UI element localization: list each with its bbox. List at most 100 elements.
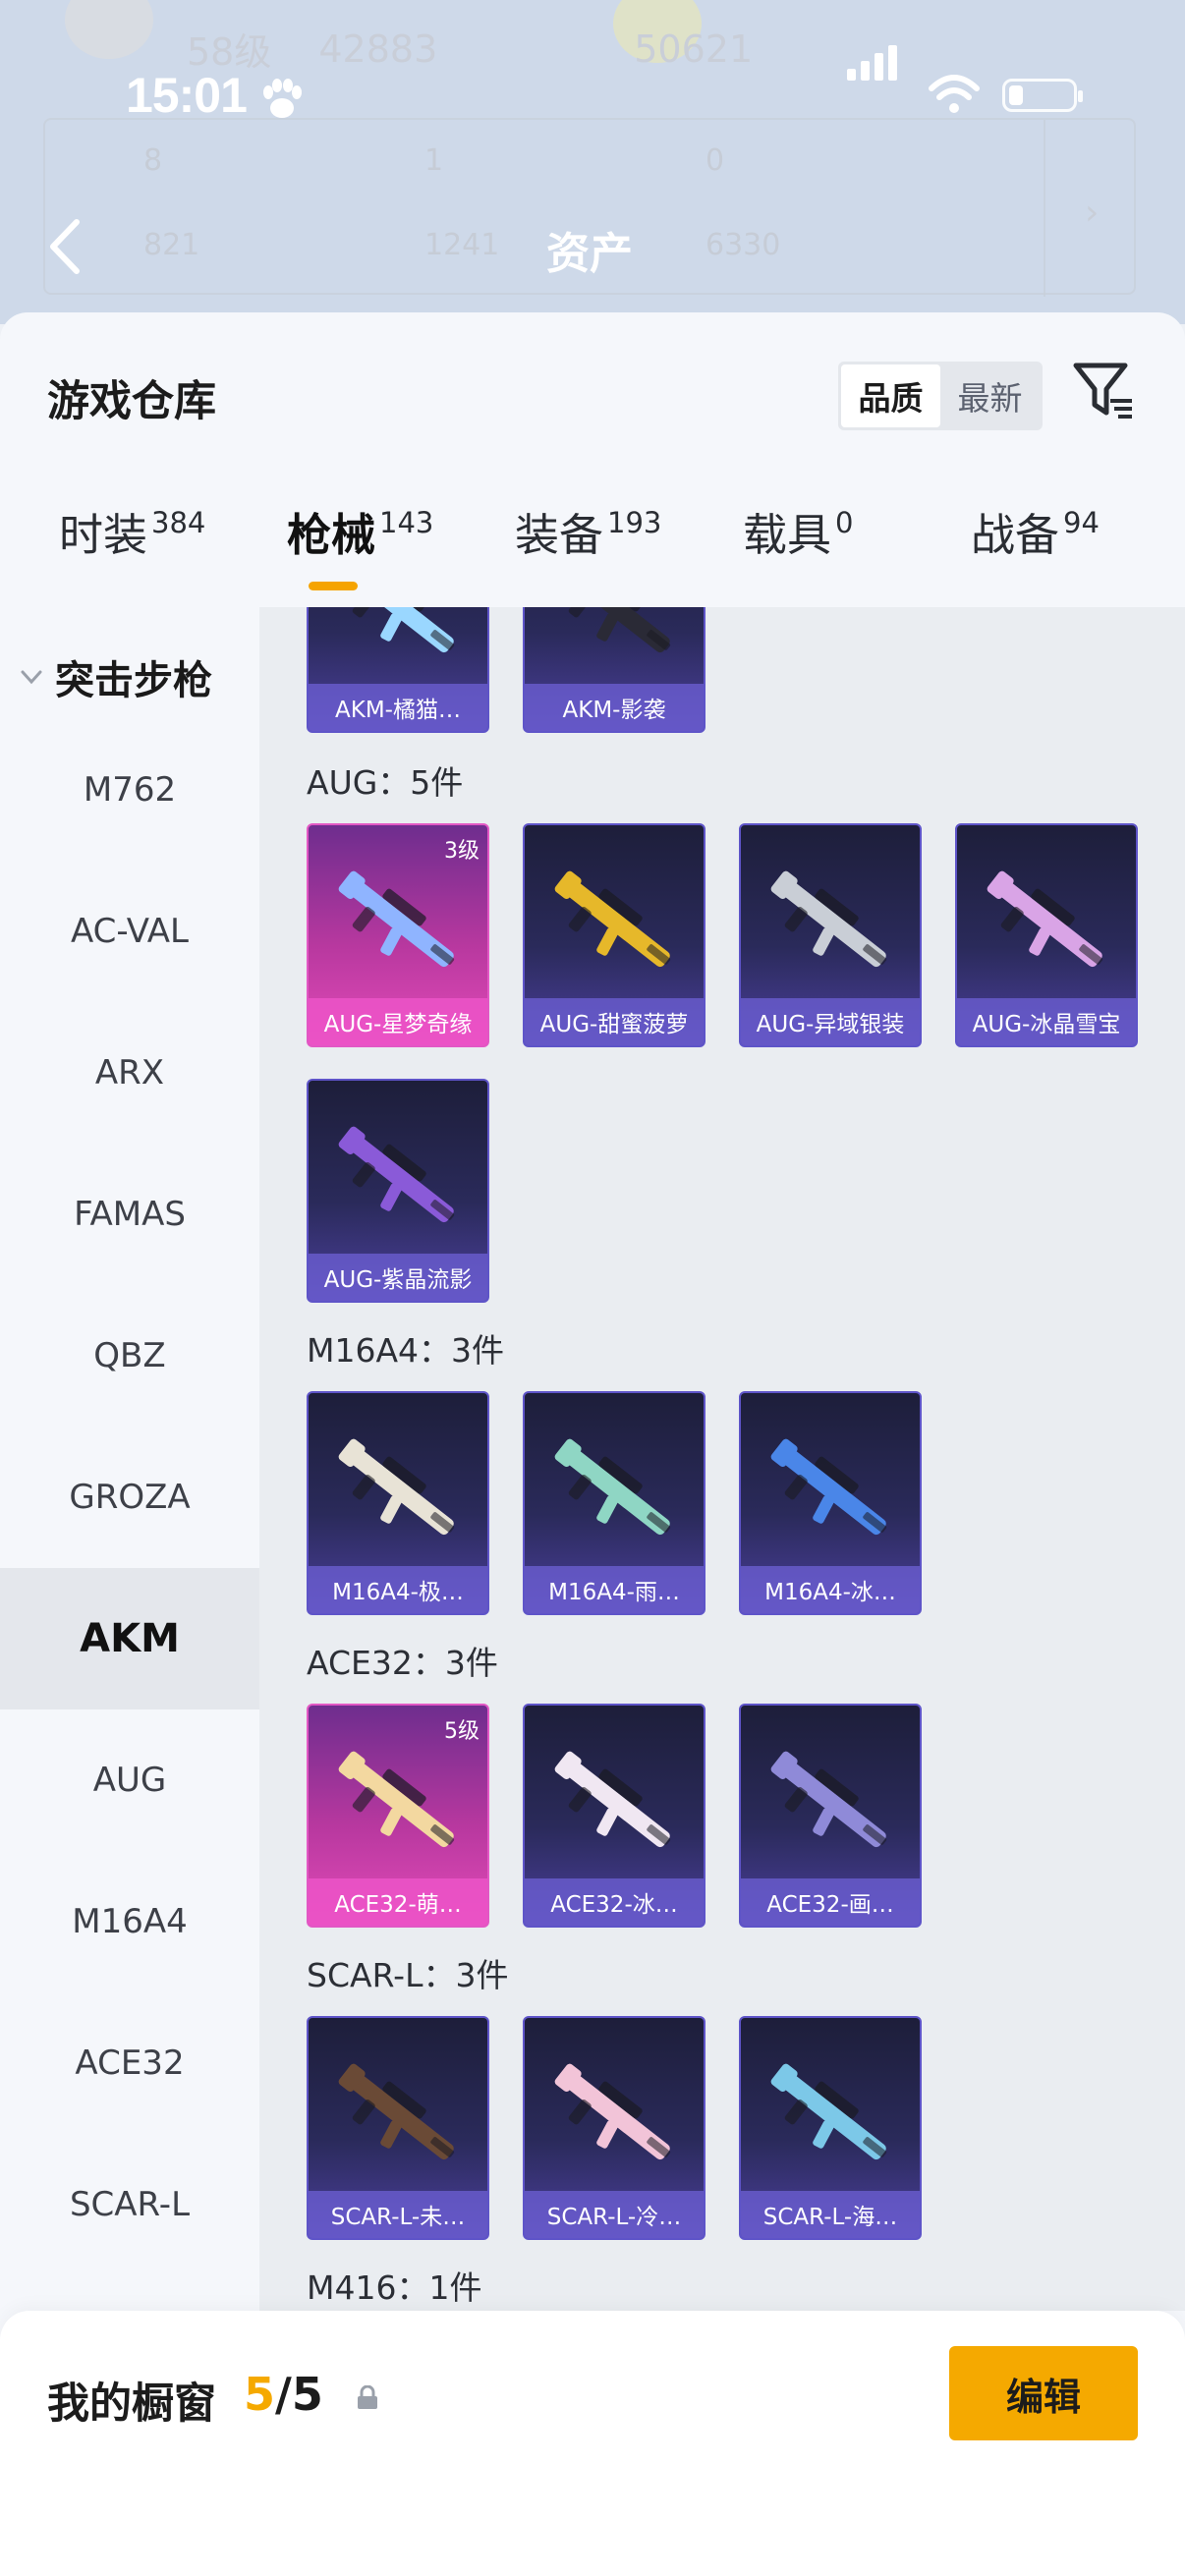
category-item-m762[interactable]: M762 <box>0 719 259 861</box>
tab-label: 战备 <box>971 509 1060 561</box>
asset-stat: 1 <box>424 143 444 178</box>
category-item-ace32[interactable]: ACE32 <box>0 1992 259 2134</box>
tab-count: 94 <box>1063 506 1100 539</box>
weapon-image <box>554 2063 671 2160</box>
battery-icon <box>1002 79 1083 112</box>
tab-count: 193 <box>607 506 662 539</box>
sort-by-newest[interactable]: 最新 <box>940 364 1040 427</box>
weapon-card[interactable]: AUG-甜蜜菠萝 <box>523 823 705 1047</box>
sort-by-quality[interactable]: 品质 <box>841 364 940 427</box>
tab-label: 时装 <box>59 509 148 561</box>
status-bar: 15:01 <box>0 45 1185 138</box>
category-item-famas[interactable]: FAMAS <box>0 1144 259 1285</box>
asset-stat: 8 <box>143 143 163 178</box>
weapon-card[interactable]: SCAR-L-未… <box>307 2016 489 2240</box>
tab-count: 384 <box>151 506 206 539</box>
weapon-image <box>770 870 887 968</box>
weapon-image <box>338 870 455 968</box>
chevron-down-icon <box>21 670 42 685</box>
weapon-image <box>554 1751 671 1848</box>
category-item-qbz[interactable]: QBZ <box>0 1285 259 1427</box>
tab-label: 载具 <box>743 509 832 561</box>
tab-equipment[interactable]: 装备 193 <box>515 499 661 607</box>
category-group-label: 突击步枪 <box>55 658 212 703</box>
weapon-card[interactable]: M16A4-极… <box>307 1391 489 1615</box>
edit-button[interactable]: 编辑 <box>949 2346 1138 2440</box>
weapon-name: SCAR-L-冷… <box>525 2191 704 2238</box>
weapon-card[interactable]: ACE32-画… <box>739 1704 922 1928</box>
weapon-name: AKM-橘猫… <box>309 684 487 731</box>
tab-battle-gear[interactable]: 战备 94 <box>971 499 1100 607</box>
weapon-image <box>338 1126 455 1223</box>
weapon-card[interactable]: SCAR-L-冷… <box>523 2016 705 2240</box>
asset-stat: 1241 <box>424 228 500 262</box>
weapon-name: AUG-星梦奇缘 <box>309 998 487 1045</box>
paw-icon <box>263 79 302 118</box>
chevron-right-icon[interactable]: › <box>1085 193 1099 233</box>
group-title: AUG：5件 <box>307 763 464 802</box>
weapon-card[interactable]: AUG-冰晶雪宝 <box>955 823 1138 1047</box>
weapon-card[interactable]: AUG-紫晶流影 <box>307 1079 489 1303</box>
category-item-arx[interactable]: ARX <box>0 1002 259 1144</box>
group-title: M16A4：3件 <box>307 1331 505 1370</box>
tab-fashion[interactable]: 时装 384 <box>59 499 205 607</box>
weapon-image <box>562 607 671 653</box>
showcase-count: 5/5 <box>244 2368 323 2421</box>
warehouse-sheet: 游戏仓库 品质 最新 时装 384 枪械 143 装备 193 载具 0 战备 94 <box>0 312 1185 2576</box>
weapon-category-list: 突击步枪 M762 AC-VAL ARX FAMAS QBZ GROZA AKM… <box>0 607 259 2311</box>
lock-icon <box>358 2385 377 2409</box>
weapon-image <box>554 870 671 968</box>
weapon-name: M16A4-极… <box>309 1566 487 1613</box>
weapon-grid: AKM-橘猫… AKM-影袭 AUG：5件 3级 AUG-星梦奇缘 AUG-甜蜜… <box>259 607 1185 2311</box>
weapon-card[interactable]: M16A4-雨… <box>523 1391 705 1615</box>
weapon-card[interactable]: 3级 AUG-星梦奇缘 <box>307 823 489 1047</box>
category-group-header[interactable]: 突击步枪 <box>18 648 212 705</box>
showcase-separator: / <box>275 2368 292 2421</box>
sort-toggle: 品质 最新 <box>838 362 1043 430</box>
showcase-current: 5 <box>244 2368 276 2421</box>
weapon-name: AKM-影袭 <box>525 684 704 731</box>
weapon-image <box>770 1438 887 1536</box>
category-item-ac-val[interactable]: AC-VAL <box>0 861 259 1002</box>
weapon-card[interactable]: M16A4-冰… <box>739 1391 922 1615</box>
back-arrow-icon[interactable] <box>45 218 85 275</box>
category-tabs: 时装 384 枪械 143 装备 193 载具 0 战备 94 <box>0 499 1185 607</box>
weapon-image <box>987 870 1103 968</box>
weapon-card[interactable]: SCAR-L-海… <box>739 2016 922 2240</box>
weapon-image <box>346 607 455 653</box>
weapon-card[interactable]: ACE32-冰… <box>523 1704 705 1928</box>
weapon-card[interactable]: 5级 ACE32-萌… <box>307 1704 489 1928</box>
active-tab-indicator <box>309 582 358 590</box>
weapon-card[interactable]: AUG-异域银装 <box>739 823 922 1047</box>
weapon-name: M16A4-雨… <box>525 1566 704 1613</box>
weapon-name: SCAR-L-海… <box>741 2191 920 2238</box>
category-item-groza[interactable]: GROZA <box>0 1427 259 1568</box>
category-item-m16a4[interactable]: M16A4 <box>0 1851 259 1992</box>
weapon-image <box>338 1438 455 1536</box>
weapon-image <box>554 1438 671 1536</box>
asset-stat: 0 <box>705 143 725 178</box>
tab-count: 143 <box>379 506 434 539</box>
weapon-name: AUG-异域银装 <box>741 998 920 1045</box>
category-item-aug[interactable]: AUG <box>0 1709 259 1851</box>
weapon-name: M16A4-冰… <box>741 1566 920 1613</box>
weapon-image <box>338 1751 455 1848</box>
weapon-name: SCAR-L-未… <box>309 2191 487 2238</box>
group-title: SCAR-L：3件 <box>307 1956 509 1994</box>
category-item-akm[interactable]: AKM <box>0 1568 259 1709</box>
category-item-scar-l[interactable]: SCAR-L <box>0 2134 259 2275</box>
weapon-image <box>770 1751 887 1848</box>
sheet-title: 游戏仓库 <box>47 377 216 426</box>
tab-guns[interactable]: 枪械 143 <box>287 499 433 607</box>
weapon-image <box>770 2063 887 2160</box>
card-divider <box>1044 120 1045 297</box>
group-title: ACE32：3件 <box>307 1644 498 1682</box>
status-time: 15:01 <box>126 68 248 123</box>
wifi-icon <box>929 75 980 113</box>
weapon-card[interactable]: AKM-影袭 <box>523 607 705 733</box>
showcase-label: 我的橱窗 <box>47 2380 216 2429</box>
tab-label: 装备 <box>515 509 604 561</box>
tab-vehicles[interactable]: 载具 0 <box>743 499 853 607</box>
weapon-card[interactable]: AKM-橘猫… <box>307 607 489 733</box>
filter-icon[interactable] <box>1071 358 1136 422</box>
